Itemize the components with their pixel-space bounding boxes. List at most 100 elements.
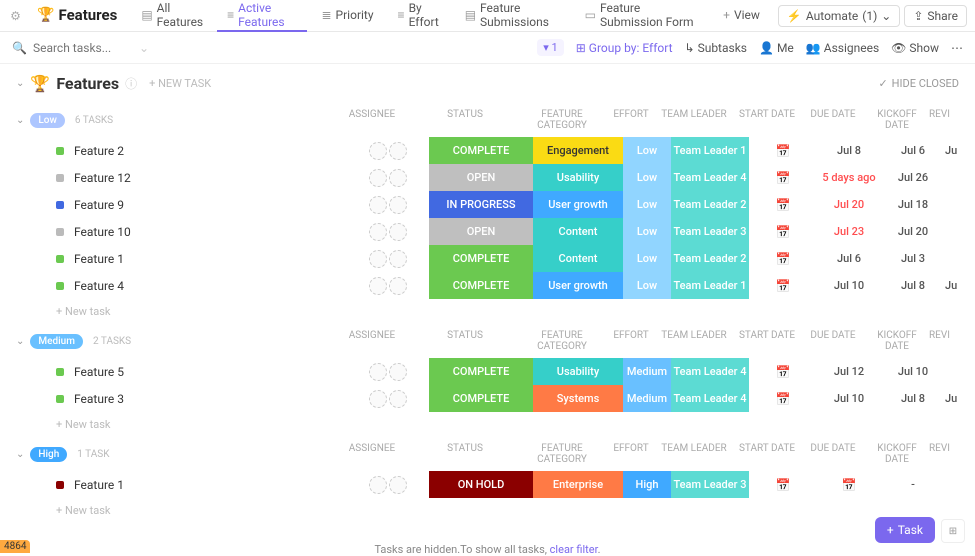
share-button[interactable]: ⇪ Share: [904, 5, 967, 27]
column-header[interactable]: START DATE: [733, 330, 801, 352]
page-title-tab[interactable]: 🏆 Features: [27, 0, 127, 32]
filter-count-badge[interactable]: ▾ 1: [537, 39, 563, 56]
status-cell[interactable]: COMPLETE: [429, 137, 533, 164]
review-date-cell[interactable]: [945, 164, 975, 191]
column-header[interactable]: FEATURE CATEGORY: [517, 330, 607, 352]
category-cell[interactable]: Content: [533, 218, 623, 245]
task-name[interactable]: Feature 2: [74, 144, 347, 158]
task-name[interactable]: Feature 9: [74, 198, 347, 212]
collapse-all-icon[interactable]: ⌄: [16, 78, 24, 89]
subtasks-button[interactable]: ↳ Subtasks: [685, 41, 747, 55]
category-cell[interactable]: User growth: [533, 272, 623, 299]
status-cell[interactable]: OPEN: [429, 218, 533, 245]
due-date-cell[interactable]: Jul 10: [817, 272, 881, 299]
status-cell[interactable]: COMPLETE: [429, 385, 533, 412]
list-title[interactable]: 🏆 Features ⓘ: [30, 74, 137, 93]
avatar-placeholder[interactable]: [369, 142, 387, 160]
column-header[interactable]: REVI: [929, 443, 959, 465]
start-date-cell[interactable]: 📅: [749, 218, 817, 245]
assignee-cell[interactable]: [347, 390, 429, 408]
assignee-cell[interactable]: [347, 250, 429, 268]
effort-cell[interactable]: Low: [623, 218, 671, 245]
new-task-row[interactable]: + New task: [0, 412, 975, 437]
status-cell[interactable]: OPEN: [429, 164, 533, 191]
category-cell[interactable]: User growth: [533, 191, 623, 218]
clear-filter-link[interactable]: clear filter: [550, 543, 598, 556]
team-leader-cell[interactable]: Team Leader 2: [671, 245, 749, 272]
column-header[interactable]: TEAM LEADER: [655, 443, 733, 465]
assignee-cell[interactable]: [347, 196, 429, 214]
more-icon[interactable]: ⋯: [951, 41, 963, 55]
effort-cell[interactable]: Medium: [623, 385, 671, 412]
kickoff-date-cell[interactable]: -: [881, 471, 945, 498]
avatar-placeholder[interactable]: [389, 196, 407, 214]
kickoff-date-cell[interactable]: Jul 8: [881, 272, 945, 299]
start-date-cell[interactable]: 📅: [749, 358, 817, 385]
me-filter-button[interactable]: 👤 Me: [759, 41, 794, 55]
task-name[interactable]: Feature 3: [74, 392, 347, 406]
tab-active-features[interactable]: ≡Active Features: [217, 0, 307, 32]
avatar-placeholder[interactable]: [389, 277, 407, 295]
column-header[interactable]: ASSIGNEE: [331, 443, 413, 465]
review-date-cell[interactable]: [945, 218, 975, 245]
new-task-button[interactable]: + NEW TASK: [149, 77, 211, 90]
due-date-cell[interactable]: 📅: [817, 471, 881, 498]
task-row[interactable]: Feature 5COMPLETEUsabilityMediumTeam Lea…: [0, 358, 975, 385]
collapse-group-icon[interactable]: ⌄: [16, 336, 24, 347]
group-pill[interactable]: Medium: [30, 334, 83, 349]
column-header[interactable]: EFFORT: [607, 330, 655, 352]
column-header[interactable]: START DATE: [733, 109, 801, 131]
new-task-fab[interactable]: + Task: [875, 517, 935, 543]
task-row[interactable]: Feature 4COMPLETEUser growthLowTeam Lead…: [0, 272, 975, 299]
avatar-placeholder[interactable]: [369, 390, 387, 408]
tab-by-effort[interactable]: ≡By Effort: [388, 0, 451, 32]
avatar-placeholder[interactable]: [389, 169, 407, 187]
tab-feature-submission-form[interactable]: ▭Feature Submission Form: [575, 0, 710, 32]
avatar-placeholder[interactable]: [389, 142, 407, 160]
due-date-cell[interactable]: Jul 8: [817, 137, 881, 164]
task-name[interactable]: Feature 4: [74, 279, 347, 293]
new-task-row[interactable]: + New task: [0, 299, 975, 324]
column-header[interactable]: KICKOFF DATE: [865, 330, 929, 352]
collapse-group-icon[interactable]: ⌄: [16, 115, 24, 126]
avatar-placeholder[interactable]: [369, 363, 387, 381]
review-date-cell[interactable]: Ju: [945, 137, 975, 164]
new-task-row[interactable]: + New task: [0, 498, 975, 523]
start-date-cell[interactable]: 📅: [749, 137, 817, 164]
status-cell[interactable]: COMPLETE: [429, 358, 533, 385]
status-cell[interactable]: COMPLETE: [429, 245, 533, 272]
status-cell[interactable]: ON HOLD: [429, 471, 533, 498]
assignees-filter-button[interactable]: 👥 Assignees: [806, 41, 879, 55]
effort-cell[interactable]: Low: [623, 164, 671, 191]
team-leader-cell[interactable]: Team Leader 4: [671, 385, 749, 412]
show-button[interactable]: 👁 Show: [891, 41, 939, 55]
start-date-cell[interactable]: 📅: [749, 245, 817, 272]
column-header[interactable]: REVI: [929, 330, 959, 352]
kickoff-date-cell[interactable]: Jul 6: [881, 137, 945, 164]
avatar-placeholder[interactable]: [369, 169, 387, 187]
column-header[interactable]: EFFORT: [607, 443, 655, 465]
column-header[interactable]: DUE DATE: [801, 443, 865, 465]
task-name[interactable]: Feature 12: [74, 171, 347, 185]
kickoff-date-cell[interactable]: Jul 8: [881, 385, 945, 412]
column-header[interactable]: STATUS: [413, 330, 517, 352]
category-cell[interactable]: Usability: [533, 164, 623, 191]
assignee-cell[interactable]: [347, 277, 429, 295]
column-header[interactable]: DUE DATE: [801, 330, 865, 352]
start-date-cell[interactable]: 📅: [749, 272, 817, 299]
assignee-cell[interactable]: [347, 142, 429, 160]
column-header[interactable]: DUE DATE: [801, 109, 865, 131]
task-name[interactable]: Feature 5: [74, 365, 347, 379]
effort-cell[interactable]: Low: [623, 137, 671, 164]
column-header[interactable]: EFFORT: [607, 109, 655, 131]
avatar-placeholder[interactable]: [389, 250, 407, 268]
task-row[interactable]: Feature 3 COMPLETESystemsMediumTeam Leade…: [0, 385, 975, 412]
team-leader-cell[interactable]: Team Leader 3: [671, 471, 749, 498]
group-pill[interactable]: High: [30, 447, 67, 462]
review-date-cell[interactable]: [945, 191, 975, 218]
column-header[interactable]: FEATURE CATEGORY: [517, 443, 607, 465]
task-row[interactable]: Feature 1COMPLETEContentLowTeam Leader 2…: [0, 245, 975, 272]
effort-cell[interactable]: Low: [623, 191, 671, 218]
category-cell[interactable]: Systems: [533, 385, 623, 412]
due-date-cell[interactable]: Jul 23: [817, 218, 881, 245]
